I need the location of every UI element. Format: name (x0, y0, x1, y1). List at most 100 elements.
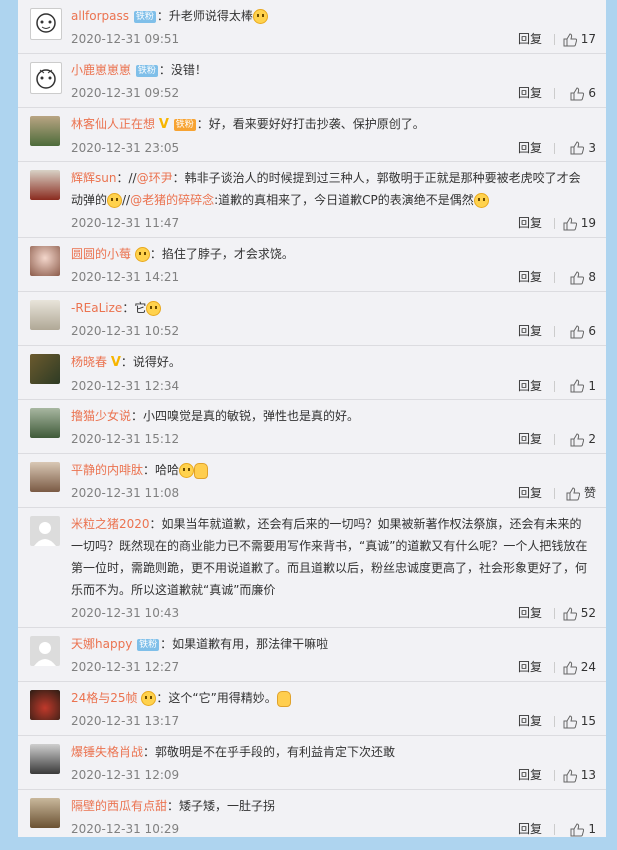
emoji-icon (141, 691, 157, 706)
reply-button[interactable]: 回复 (518, 81, 542, 105)
reply-button[interactable]: 回复 (518, 319, 542, 343)
like-button[interactable]: 赞 (566, 481, 596, 505)
avatar[interactable] (30, 408, 60, 438)
reply-button[interactable]: 回复 (518, 136, 542, 160)
avatar[interactable] (30, 744, 60, 774)
mention-link[interactable]: @环尹 (137, 171, 173, 185)
emoji-icon (146, 301, 162, 316)
username-link[interactable]: 爆锤失格肖战 (71, 745, 143, 759)
comment-text: 小鹿崽崽崽 铁粉 ：没错！ (71, 54, 591, 81)
fan-badge: 铁粉 (173, 118, 196, 131)
like-button[interactable]: 24 (563, 655, 596, 679)
comment-meta: 2020-12-31 13:17 回复 15 (71, 709, 606, 733)
comment-body: ：它 (122, 301, 147, 315)
comment-list: allforpass 铁粉 ：升老师说得太棒 2020-12-31 09:51 回… (18, 0, 606, 837)
list-item: 天娜happy 铁粉 ：如果道歉有用，那法律干嘛啦 2020-12-31 12:2… (18, 628, 606, 682)
reply-button[interactable]: 回复 (518, 374, 542, 398)
list-item: 林客仙人正在想 V 铁粉 ：好，看来要好好打击抄袭、保护原创了。 2020-12-… (18, 108, 606, 162)
thumbs-up-icon (570, 432, 585, 446)
like-button[interactable]: 1 (570, 817, 596, 841)
like-button[interactable]: 15 (563, 709, 596, 733)
like-count: 17 (580, 32, 596, 46)
avatar[interactable] (30, 798, 60, 828)
like-button[interactable]: 3 (570, 136, 596, 160)
reply-button[interactable]: 回复 (518, 709, 542, 733)
divider (554, 142, 555, 154)
username-link[interactable]: 林客仙人正在想 (71, 117, 155, 131)
verified-icon: V (158, 116, 169, 132)
reply-button[interactable]: 回复 (518, 211, 542, 235)
mention-link[interactable]: @老猪的碎碎念 (130, 193, 214, 207)
reply-button[interactable]: 回复 (518, 481, 542, 505)
comment-body: // (122, 193, 131, 207)
like-button[interactable]: 52 (563, 601, 596, 625)
comment-meta: 2020-12-31 15:12 回复 2 (71, 427, 606, 451)
avatar[interactable] (30, 116, 60, 146)
reply-button[interactable]: 回复 (518, 655, 542, 679)
avatar[interactable] (30, 690, 60, 720)
reply-button[interactable]: 回复 (518, 601, 542, 625)
username-link[interactable]: 圆圆的小莓 (71, 247, 131, 261)
emoji-icon (134, 247, 150, 262)
comment-body: :道歉的真相来了，今日道歉CP的表演绝不是偶然 (214, 193, 474, 207)
timestamp: 2020-12-31 11:47 (71, 216, 180, 230)
thumbs-up-icon (563, 714, 577, 728)
fan-badge: 铁粉 (135, 64, 158, 77)
like-button[interactable]: 1 (570, 374, 596, 398)
comment-text: 圆圆的小莓 ：掐住了脖子，才会求饶。 (71, 238, 591, 265)
comment-body: ：这个“它”用得精妙。 (156, 691, 277, 705)
thumbs-up-icon (570, 270, 585, 284)
like-button[interactable]: 6 (570, 81, 596, 105)
avatar[interactable] (30, 246, 60, 276)
like-count: 13 (580, 768, 596, 782)
divider (554, 824, 555, 835)
reply-button[interactable]: 回复 (518, 27, 542, 51)
username-link[interactable]: 天娜happy (71, 637, 132, 651)
comment-meta: 2020-12-31 10:43 回复 52 (71, 601, 606, 625)
avatar[interactable] (30, 636, 60, 666)
username-link[interactable]: 隔壁的西瓜有点甜 (71, 799, 167, 813)
list-item: 隔壁的西瓜有点甜：矮子矮，一肚子拐 2020-12-31 10:29 回复 1 (18, 790, 606, 850)
timestamp: 2020-12-31 10:29 (71, 822, 180, 836)
username-link[interactable]: 小鹿崽崽崽 (71, 63, 131, 77)
fan-badge: 铁粉 (137, 638, 160, 651)
username-link[interactable]: allforpass (71, 9, 129, 23)
username-link[interactable]: 米粒之猪2020 (71, 517, 150, 531)
username-link[interactable]: 24格与25帧 (71, 691, 138, 705)
reply-button[interactable]: 回复 (518, 817, 542, 841)
username-link[interactable]: 撸猫少女说 (71, 409, 131, 423)
like-button[interactable]: 6 (570, 319, 596, 343)
thumbs-up-icon (570, 141, 585, 155)
username-link[interactable]: 杨晓春 (71, 355, 107, 369)
comment-text: 杨晓春 V：说得好。 (71, 346, 591, 374)
comment-body: ：没错！ (158, 63, 207, 77)
comment-meta: 2020-12-31 10:29 回复 1 (71, 817, 606, 841)
like-count: 1 (588, 822, 596, 836)
username-link[interactable]: 平静的内啡肽 (71, 463, 143, 477)
thumbs-up-icon (566, 486, 580, 500)
thumbs-up-icon (563, 606, 577, 620)
emoji-icon (179, 463, 195, 478)
like-count: 1 (588, 378, 596, 393)
username-link[interactable]: 辉辉sun (71, 171, 116, 185)
like-button[interactable]: 19 (563, 211, 596, 235)
avatar[interactable] (30, 300, 60, 330)
avatar[interactable] (30, 462, 60, 492)
avatar[interactable] (30, 62, 62, 94)
avatar[interactable] (30, 8, 62, 40)
avatar[interactable] (30, 170, 60, 200)
thumbs-up-emoji-icon (194, 462, 209, 479)
reply-button[interactable]: 回复 (518, 763, 542, 787)
avatar[interactable] (30, 516, 60, 546)
reply-button[interactable]: 回复 (518, 265, 542, 289)
emoji-icon (107, 193, 123, 208)
like-button[interactable]: 8 (570, 265, 596, 289)
avatar[interactable] (30, 354, 60, 384)
comment-text: allforpass 铁粉 ：升老师说得太棒 (71, 0, 591, 27)
like-button[interactable]: 17 (563, 27, 596, 51)
comment-body: ：郭敬明是不在乎手段的，有利益肯定下次还敢 (143, 745, 396, 759)
like-button[interactable]: 13 (563, 763, 596, 787)
reply-button[interactable]: 回复 (518, 427, 542, 451)
username-link[interactable]: -REaLize (71, 301, 122, 315)
like-button[interactable]: 2 (570, 427, 596, 451)
